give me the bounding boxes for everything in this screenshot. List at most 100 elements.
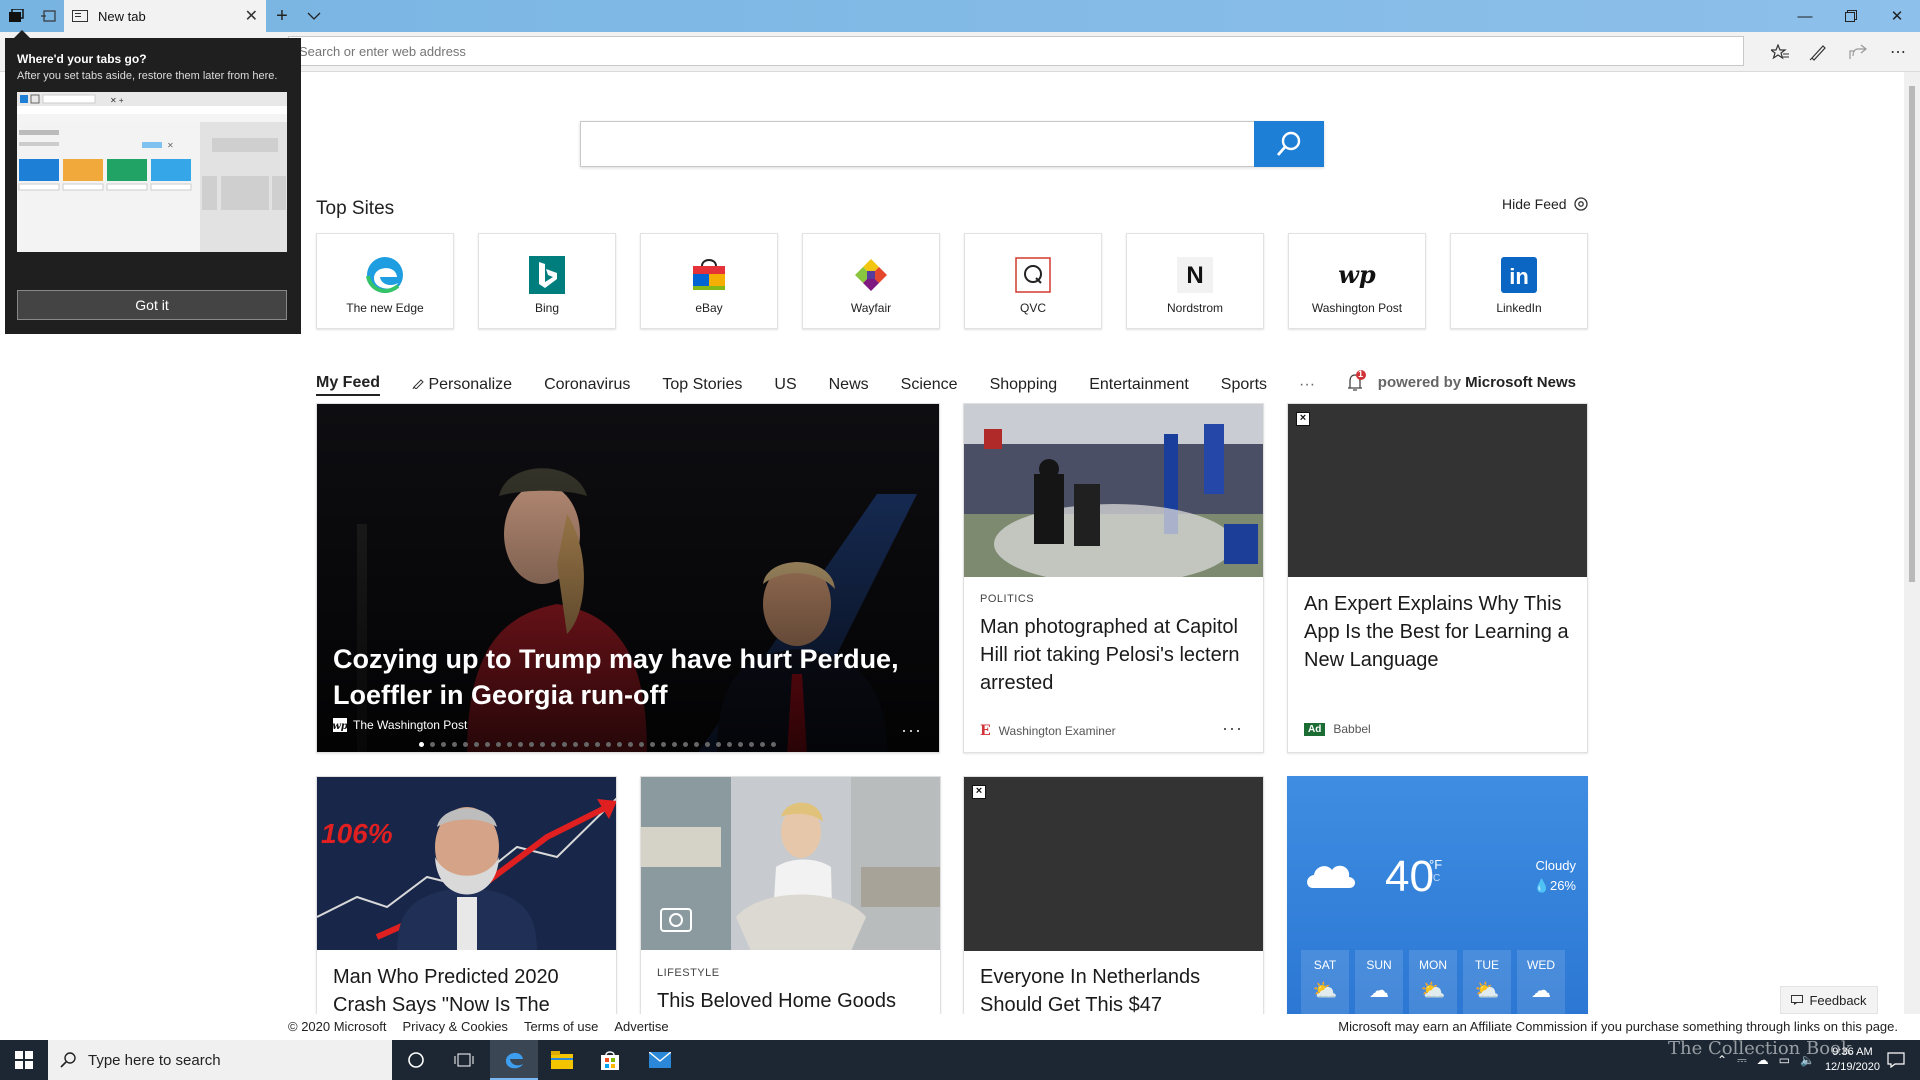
search-button[interactable] (1254, 121, 1324, 167)
carousel-dot[interactable] (485, 742, 490, 747)
carousel-dot[interactable] (650, 742, 655, 747)
carousel-dot[interactable] (760, 742, 765, 747)
top-site-nordstrom[interactable]: N Nordstrom (1126, 233, 1264, 329)
carousel-dot[interactable] (595, 742, 600, 747)
more-tabs-button[interactable]: ··· (1299, 376, 1315, 394)
ad-card-babbel[interactable]: × An Expert Explains Why This App Is the… (1287, 403, 1588, 753)
forecast-day[interactable]: WED ☁ (1517, 950, 1565, 1016)
taskbar-edge-icon[interactable] (490, 1040, 538, 1080)
carousel-dot[interactable] (727, 742, 732, 747)
politics-card[interactable]: POLITICS Man photographed at Capitol Hil… (963, 403, 1264, 753)
carousel-dot[interactable] (628, 742, 633, 747)
card-title[interactable]: This Beloved Home Goods (657, 987, 922, 1015)
tab-shopping[interactable]: Shopping (990, 376, 1058, 394)
favorites-hub-icon[interactable] (1768, 40, 1792, 64)
carousel-dot[interactable] (419, 742, 424, 747)
carousel-dot[interactable] (562, 742, 567, 747)
carousel-dot[interactable] (705, 742, 710, 747)
carousel-dots[interactable] (419, 742, 776, 747)
lifestyle-card[interactable]: LIFESTYLE This Beloved Home Goods (640, 776, 941, 1016)
carousel-dot[interactable] (738, 742, 743, 747)
footer-privacy-link[interactable]: Privacy & Cookies (402, 1019, 507, 1034)
tab-preview-chevron-icon[interactable] (304, 6, 324, 26)
file-explorer-icon[interactable] (538, 1040, 586, 1080)
unit-c[interactable]: °C (1429, 872, 1442, 886)
tab-sports[interactable]: Sports (1221, 376, 1267, 394)
carousel-dot[interactable] (452, 742, 457, 747)
ad-close-icon[interactable]: × (1296, 412, 1310, 426)
forecast-day[interactable]: MON ⛅ (1409, 950, 1457, 1016)
share-icon[interactable] (1846, 40, 1870, 64)
top-site-edge[interactable]: The new Edge (316, 233, 454, 329)
top-site-washington-post[interactable]: wp Washington Post (1288, 233, 1426, 329)
hide-feed-button[interactable]: Hide Feed (1502, 196, 1589, 212)
carousel-dot[interactable] (683, 742, 688, 747)
scrollbar-thumb[interactable] (1909, 86, 1915, 582)
carousel-dot[interactable] (540, 742, 545, 747)
web-note-icon[interactable] (1806, 40, 1830, 64)
tab-top-stories[interactable]: Top Stories (662, 376, 742, 394)
carousel-dot[interactable] (661, 742, 666, 747)
tabs-aside-icon[interactable] (6, 6, 26, 26)
card-more-button[interactable]: ··· (1222, 718, 1243, 739)
minimize-icon[interactable]: — (1782, 0, 1828, 32)
carousel-dot[interactable] (716, 742, 721, 747)
carousel-dot[interactable] (573, 742, 578, 747)
ad-card-netherlands[interactable]: × Everyone In Netherlands Should Get Thi… (963, 776, 1264, 1016)
ad-close-icon[interactable]: × (972, 785, 986, 799)
powered-brand[interactable]: Microsoft News (1465, 374, 1576, 391)
tab-new-tab[interactable]: New tab ✕ (64, 0, 266, 32)
top-site-ebay[interactable]: eBay (640, 233, 778, 329)
carousel-dot[interactable] (463, 742, 468, 747)
footer-terms-link[interactable]: Terms of use (524, 1019, 598, 1034)
forecast-day[interactable]: SAT ⛅ (1301, 950, 1349, 1016)
carousel-dot[interactable] (639, 742, 644, 747)
task-view-icon[interactable] (440, 1040, 488, 1080)
top-site-bing[interactable]: Bing (478, 233, 616, 329)
card-title[interactable]: An Expert Explains Why This App Is the B… (1304, 590, 1574, 674)
card-title[interactable]: Everyone In Netherlands Should Get This … (980, 963, 1245, 1015)
crash-card[interactable]: 106% Man Who Predicted 2020 Crash Says "… (316, 776, 617, 1016)
carousel-dot[interactable] (606, 742, 611, 747)
start-button[interactable] (0, 1040, 48, 1080)
unit-f[interactable]: °F (1429, 858, 1442, 872)
hero-title[interactable]: Cozying up to Trump may have hurt Perdue… (333, 641, 933, 713)
carousel-dot[interactable] (474, 742, 479, 747)
action-center-icon[interactable] (1872, 1040, 1920, 1080)
settings-more-icon[interactable]: ⋯ (1886, 40, 1910, 64)
weather-card[interactable]: 40 °F °C Cloudy 💧26% SAT ⛅ SUN ☁ MON ⛅ TUE ⛅… (1287, 776, 1588, 1016)
carousel-dot[interactable] (771, 742, 776, 747)
tab-my-feed[interactable]: My Feed (316, 374, 381, 396)
card-title[interactable]: Man Who Predicted 2020 Crash Says "Now I… (333, 963, 598, 1015)
carousel-dot[interactable] (507, 742, 512, 747)
weather-unit[interactable]: °F °C (1429, 858, 1442, 886)
top-site-wayfair[interactable]: Wayfair (802, 233, 940, 329)
store-icon[interactable] (586, 1040, 634, 1080)
hero-card[interactable]: Cozying up to Trump may have hurt Perdue… (316, 403, 940, 753)
carousel-dot[interactable] (617, 742, 622, 747)
carousel-dot[interactable] (551, 742, 556, 747)
tab-personalize[interactable]: Personalize (412, 376, 512, 394)
tab-us[interactable]: US (774, 376, 796, 394)
carousel-dot[interactable] (749, 742, 754, 747)
set-tabs-aside-icon[interactable] (38, 6, 58, 26)
carousel-dot[interactable] (441, 742, 446, 747)
card-title[interactable]: Man photographed at Capitol Hill riot ta… (980, 613, 1245, 697)
top-site-linkedin[interactable]: in LinkedIn (1450, 233, 1588, 329)
feedback-button[interactable]: Feedback (1780, 986, 1878, 1014)
carousel-dot[interactable] (584, 742, 589, 747)
top-site-qvc[interactable]: QVC (964, 233, 1102, 329)
tab-news[interactable]: News (829, 376, 869, 394)
tab-entertainment[interactable]: Entertainment (1089, 376, 1189, 394)
hero-more-button[interactable]: ··· (901, 720, 922, 741)
tab-science[interactable]: Science (901, 376, 958, 394)
address-input[interactable] (288, 36, 1744, 66)
carousel-dot[interactable] (518, 742, 523, 747)
carousel-dot[interactable] (430, 742, 435, 747)
new-tab-icon[interactable]: + (272, 5, 292, 27)
mail-icon[interactable] (636, 1040, 684, 1080)
notifications-button[interactable]: 1 (1344, 369, 1368, 394)
close-window-icon[interactable]: ✕ (1874, 0, 1920, 32)
carousel-dot[interactable] (496, 742, 501, 747)
taskbar-search[interactable]: Type here to search (48, 1040, 392, 1080)
